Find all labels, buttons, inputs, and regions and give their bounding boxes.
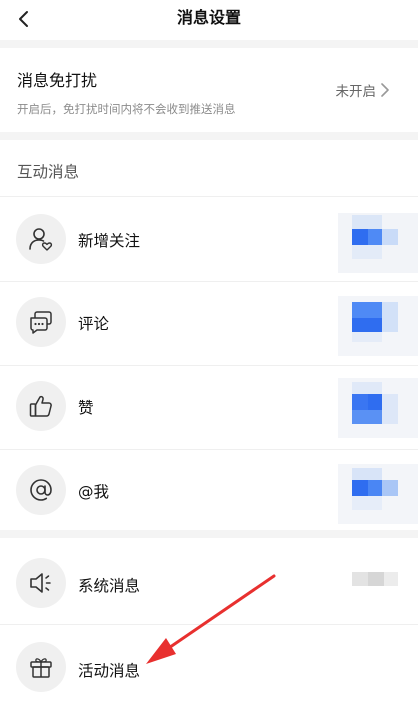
comment-icon bbox=[30, 311, 52, 334]
blurred-thumbnail bbox=[338, 296, 418, 356]
page-title: 消息设置 bbox=[176, 8, 241, 27]
row-label: 活动消息 bbox=[78, 662, 141, 680]
avatar-bg bbox=[16, 214, 66, 264]
dnd-setting-row[interactable]: 消息免打扰 开启后，免打扰时间内将不会收到推送消息 未开启 bbox=[0, 48, 418, 132]
row-at-me[interactable]: @我 bbox=[0, 450, 418, 534]
row-new-follow[interactable]: 新增关注 bbox=[0, 197, 418, 281]
section-title: 互动消息 bbox=[17, 163, 80, 181]
chevron-right-icon bbox=[381, 83, 389, 97]
avatar-bg bbox=[16, 381, 66, 431]
system-section: 系统消息 活动消息 bbox=[0, 538, 418, 708]
user-heart-icon bbox=[29, 228, 53, 251]
speaker-icon bbox=[30, 573, 51, 593]
row-label: 新增关注 bbox=[78, 232, 141, 250]
dnd-subtitle: 开启后，免打扰时间内将不会收到推送消息 bbox=[17, 102, 236, 116]
blurred-thumbnail bbox=[338, 378, 418, 438]
dnd-title: 消息免打扰 bbox=[17, 71, 98, 90]
avatar-bg bbox=[16, 297, 66, 347]
row-like[interactable]: 赞 bbox=[0, 366, 418, 450]
row-activity-message[interactable]: 活动消息 bbox=[0, 625, 418, 708]
interaction-section: 互动消息 新增关注 评论 赞 @我 bbox=[0, 140, 418, 530]
row-label: 系统消息 bbox=[78, 577, 141, 595]
dnd-status: 未开启 bbox=[335, 84, 377, 100]
avatar-bg bbox=[16, 465, 66, 515]
at-icon bbox=[30, 479, 52, 501]
blurred-thumbnail bbox=[338, 464, 418, 524]
row-label: 评论 bbox=[78, 315, 110, 333]
top-bar: 消息设置 bbox=[0, 0, 418, 40]
blurred-thumbnail bbox=[338, 213, 418, 273]
avatar-bg bbox=[16, 642, 66, 692]
row-label: 赞 bbox=[78, 399, 94, 417]
gift-icon bbox=[30, 658, 52, 678]
thumbs-up-icon bbox=[29, 395, 52, 417]
blurred-thumbnail bbox=[338, 564, 418, 604]
row-label: @我 bbox=[78, 483, 110, 501]
row-comment[interactable]: 评论 bbox=[0, 282, 418, 366]
avatar-bg bbox=[16, 558, 66, 608]
row-system-message[interactable]: 系统消息 bbox=[0, 540, 418, 624]
